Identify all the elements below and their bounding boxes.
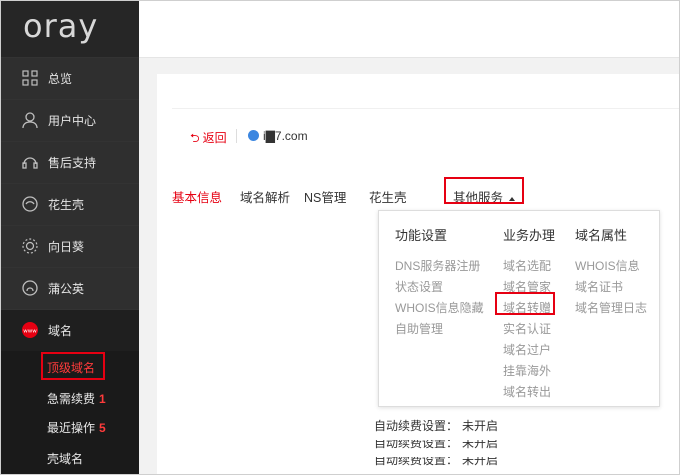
- back-link[interactable]: ⮌ 返回: [190, 129, 227, 150]
- menu-item-status-settings[interactable]: 状态设置: [395, 277, 484, 298]
- menu-item-dns-server-register[interactable]: DNS服务器注册: [395, 256, 484, 277]
- headset-icon: [22, 157, 38, 169]
- peanut-icon: [22, 196, 38, 212]
- www-icon: www: [22, 322, 38, 338]
- sidebar-subitem-recent[interactable]: 最近操作 5: [1, 413, 139, 443]
- sidebar-subitem-shell-domain[interactable]: 壳域名: [1, 443, 139, 474]
- menu-item-whois-info[interactable]: WHOIS信息: [575, 256, 647, 277]
- highlight-box: [495, 292, 555, 315]
- sidebar-item-domain[interactable]: www 域名: [1, 309, 139, 351]
- sidebar-item-peanut-shell[interactable]: 花生壳: [1, 183, 139, 225]
- auto-renew-row: 自动续费设置： 未开启: [374, 419, 499, 433]
- sidebar-item-dandelion[interactable]: 蒲公英: [1, 267, 139, 309]
- sidebar-subitem-renewal[interactable]: 急需续费 1: [1, 381, 139, 413]
- subitem-label: 顶级域名: [47, 361, 96, 375]
- menu-item-whois-privacy[interactable]: WHOIS信息隐藏: [395, 298, 484, 319]
- subitem-label: 最近操作 5: [47, 421, 106, 435]
- tab-peanut-shell[interactable]: 花生壳: [369, 187, 407, 206]
- menu-item-self-management[interactable]: 自助管理: [395, 319, 484, 340]
- dropdown-column-function-settings: 功能设置 DNS服务器注册 状态设置 WHOIS信息隐藏 自助管理: [395, 225, 484, 340]
- logo[interactable]: oray: [1, 1, 139, 57]
- sidebar-subnav: 顶级域名 急需续费 1 最近操作 5 壳域名: [1, 351, 139, 474]
- sidebar-item-label: 域名: [48, 324, 73, 338]
- menu-item-overseas[interactable]: 挂靠海外: [503, 361, 555, 382]
- tab-ns-management[interactable]: NS管理: [304, 187, 346, 206]
- sunflower-icon: [22, 238, 38, 254]
- sidebar-subitem-top-level-domain[interactable]: 顶级域名: [1, 351, 139, 381]
- grid-icon: [22, 70, 38, 86]
- sidebar-item-label: 花生壳: [48, 198, 85, 212]
- svg-text:www: www: [23, 329, 37, 335]
- sidebar-item-sunflower[interactable]: 向日葵: [1, 225, 139, 267]
- column-title: 功能设置: [395, 228, 448, 243]
- logo-text: oray: [23, 7, 99, 45]
- menu-item-domain-transfer-owner[interactable]: 域名过户: [503, 340, 555, 361]
- back-arrow-icon: ⮌: [190, 131, 200, 145]
- tab-dns-resolution[interactable]: 域名解析: [240, 187, 290, 206]
- subitem-label: 壳域名: [47, 452, 84, 466]
- globe-icon: [248, 130, 259, 141]
- tab-basic-info[interactable]: 基本信息: [172, 187, 222, 206]
- breadcrumb-divider: [236, 129, 237, 143]
- menu-item-domain-log[interactable]: 域名管理日志: [575, 298, 647, 319]
- subitem-label: 急需续费 1: [47, 392, 106, 406]
- menu-item-real-name-auth[interactable]: 实名认证: [503, 319, 555, 340]
- menu-item-domain-transfer-out[interactable]: 域名转出: [503, 382, 555, 403]
- sidebar-item-overview[interactable]: 总览: [1, 57, 139, 99]
- dandelion-icon: [22, 280, 38, 296]
- highlight-box: [444, 177, 524, 204]
- count-badge: 5: [99, 421, 106, 435]
- top-bar: [139, 1, 679, 58]
- sidebar-item-label: 蒲公英: [48, 282, 85, 296]
- sidebar-item-label: 用户中心: [48, 114, 97, 128]
- sidebar-item-user-center[interactable]: 用户中心: [1, 99, 139, 141]
- dropdown-column-domain-attributes: 域名属性 WHOIS信息 域名证书 域名管理日志: [575, 225, 647, 319]
- sidebar-item-label: 售后支持: [48, 156, 97, 170]
- column-title: 域名属性: [575, 228, 628, 243]
- sidebar-nav: 总览 用户中心 售后支持 花生壳 向日葵 蒲公英 www 域名 顶级域名 急需续…: [1, 57, 139, 474]
- menu-item-domain-certificate[interactable]: 域名证书: [575, 277, 647, 298]
- menu-item-domain-match[interactable]: 域名选配: [503, 256, 555, 277]
- app-window: oray 总览 用户中心 售后支持 花生壳 向日葵 蒲公英 www 域名 顶级域…: [0, 0, 680, 475]
- column-title: 业务办理: [503, 228, 556, 243]
- count-badge: 1: [99, 392, 106, 406]
- user-icon: [22, 112, 38, 129]
- sidebar-item-label: 向日葵: [48, 240, 85, 254]
- sidebar-item-support[interactable]: 售后支持: [1, 141, 139, 183]
- sidebar: oray 总览 用户中心 售后支持 花生壳 向日葵 蒲公英 www 域名 顶级域…: [1, 1, 139, 474]
- sidebar-item-label: 总览: [48, 72, 73, 86]
- domain-name: i▇7.com: [263, 129, 308, 143]
